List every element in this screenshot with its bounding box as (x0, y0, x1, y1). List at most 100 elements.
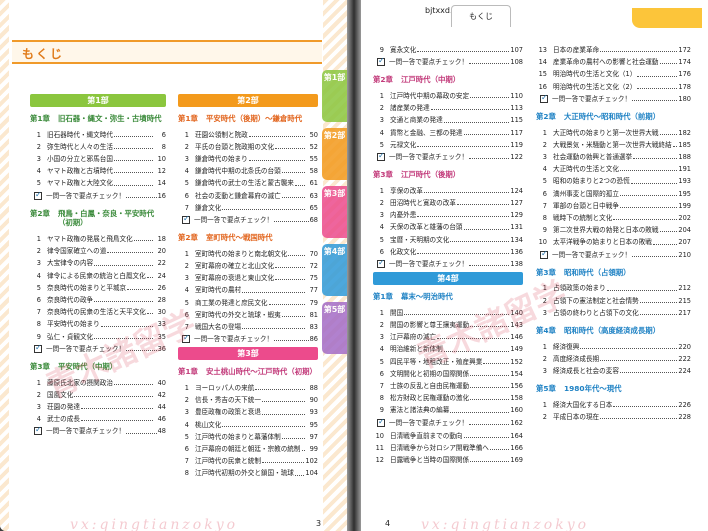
toc-entry[interactable]: 4 室町時代の農村 77 (178, 284, 318, 296)
toc-entry[interactable]: 5 昭和の始まりと2つの恐慌 193 (536, 175, 691, 187)
side-tab-part5[interactable]: 第5部 (322, 302, 347, 354)
toc-entry[interactable]: 2 律令国家確立への道 20 (30, 245, 166, 257)
check-entry[interactable]: 一問一答で要点チェック！ 16 (30, 190, 166, 202)
toc-entry[interactable]: 5 ヤマト政権と大陸文化 14 (30, 177, 166, 189)
toc-entry[interactable]: 3 交通と商業の発達 115 (373, 114, 523, 126)
toc-entry[interactable]: 1 旧石器時代・縄文時代 6 (30, 129, 166, 141)
toc-entry[interactable]: 5 四民平等・地租改正・殖産興業 152 (373, 356, 523, 368)
toc-entry[interactable]: 2 平成日本の現在 228 (536, 411, 691, 423)
toc-entry[interactable]: 3 経済成長と社会の変容 224 (536, 365, 691, 377)
toc-entry[interactable]: 7 戦国大名の登場 83 (178, 321, 318, 333)
toc-entry[interactable]: 5 商工業の発達と庶民文化 79 (178, 297, 318, 309)
check-entry[interactable]: 一問一答で要点チェック！ 48 (30, 425, 166, 437)
toc-entry[interactable]: 7 鎌倉文化 65 (178, 202, 318, 214)
toc-entry[interactable]: 9 寛永文化 107 (373, 44, 523, 56)
toc-entry[interactable]: 11 日清戦争から対ロシア開戦準備へ 166 (373, 442, 523, 454)
toc-entry[interactable]: 3 社会運動の勃興と普通選挙 188 (536, 151, 691, 163)
toc-entry[interactable]: 2 大戦景気・米騒動と第一次世界大戦終結 185 (536, 139, 691, 151)
toc-entry[interactable]: 5 奈良時代の始まりと平城京 26 (30, 282, 166, 294)
toc-entry[interactable]: 1 藤原氏北家の摂関政治 40 (30, 377, 166, 389)
toc-entry[interactable]: 4 貨幣と金融、三都の発達 117 (373, 127, 523, 139)
toc-entry[interactable]: 12 日露戦争と当時の国際関係 169 (373, 454, 523, 466)
toc-entry[interactable]: 2 占領下の憲法制定と社会情勢 215 (536, 295, 691, 307)
toc-entry[interactable]: 13 日本の産業革命 172 (536, 44, 691, 56)
toc-entry[interactable]: 3 荘園の発達 44 (30, 401, 166, 413)
check-entry[interactable]: 一問一答で要点チェック！ 36 (30, 343, 166, 355)
toc-entry[interactable]: 9 第二次世界大戦の勃発と日本の敗戦 204 (536, 224, 691, 236)
toc-tab[interactable]: もくじ (451, 5, 511, 27)
toc-entry[interactable]: 3 鎌倉時代の始まり 55 (178, 153, 318, 165)
toc-entry[interactable]: 3 江戸幕府の滅亡 146 (373, 331, 523, 343)
toc-entry[interactable]: 2 高度経済成長期 222 (536, 353, 691, 365)
toc-entry[interactable]: 1 ヨーロッパ人の来航 88 (178, 382, 318, 394)
toc-entry[interactable]: 1 大正時代の始まりと第一次世界大戦 182 (536, 127, 691, 139)
toc-entry[interactable]: 1 開国 140 (373, 307, 523, 319)
toc-entry[interactable]: 6 江戸幕府の朝廷と朝廷・宗教の統制 99 (178, 443, 318, 455)
toc-entry[interactable]: 4 鎌倉時代中期の北条氏の台頭 58 (178, 165, 318, 177)
toc-entry[interactable]: 4 桃山文化 95 (178, 419, 318, 431)
toc-entry[interactable]: 3 豊臣政権の政策と衰退 93 (178, 406, 318, 418)
toc-entry[interactable]: 1 ヤマト政権の発展と飛鳥文化 18 (30, 233, 166, 245)
toc-entry[interactable]: 5 鎌倉時代の武士の生活と蒙古襲来 61 (178, 177, 318, 189)
check-entry[interactable]: 一問一答で要点チェック！ 162 (373, 417, 523, 429)
toc-entry[interactable]: 2 弥生時代と人々の生活 8 (30, 141, 166, 153)
toc-entry[interactable]: 14 産業革命の農村への影響と社会運動 174 (536, 56, 691, 68)
toc-entry[interactable]: 1 占領政策の始まり 212 (536, 282, 691, 294)
toc-entry[interactable]: 16 明治時代の生活と文化（2） 178 (536, 81, 691, 93)
toc-entry[interactable]: 5 宝暦・天明期の文化 134 (373, 234, 523, 246)
toc-entry[interactable]: 3 室町幕府の衰退と東山文化 75 (178, 272, 318, 284)
toc-entry[interactable]: 6 社会の変動と鎌倉幕府の滅亡 63 (178, 190, 318, 202)
side-tab-part2[interactable]: 第2部 (322, 128, 347, 180)
toc-entry[interactable]: 2 国風文化 42 (30, 389, 166, 401)
toc-entry[interactable]: 2 信長・秀吉の天下統一 90 (178, 394, 318, 406)
toc-entry[interactable]: 7 士族の反乱と自由民権運動 156 (373, 380, 523, 392)
toc-entry[interactable]: 6 満州事変と国際的孤立 195 (536, 188, 691, 200)
check-entry[interactable]: 一問一答で要点チェック！ 122 (373, 151, 523, 163)
check-entry[interactable]: 一問一答で要点チェック！ 210 (536, 249, 691, 261)
toc-entry[interactable]: 3 占領の終わりと占領下の文化 217 (536, 307, 691, 319)
toc-entry[interactable]: 6 奈良時代の政争 28 (30, 294, 166, 306)
side-tab-part3[interactable]: 第3部 (322, 186, 347, 238)
toc-entry[interactable]: 8 平安時代の始まり 33 (30, 318, 166, 330)
toc-entry[interactable]: 4 明治維新と新体制 149 (373, 343, 523, 355)
toc-entry[interactable]: 2 平氏の台頭と院政期の文化 52 (178, 141, 318, 153)
toc-entry[interactable]: 4 ヤマト政権と古墳時代 12 (30, 165, 166, 177)
side-tab-part1[interactable]: 第1部 (322, 70, 347, 122)
toc-entry[interactable]: 7 江戸時代の民衆と統制 102 (178, 455, 318, 467)
toc-entry[interactable]: 3 内憂外患 129 (373, 209, 523, 221)
check-entry[interactable]: 一問一答で要点チェック！ 86 (178, 333, 318, 345)
toc-entry[interactable]: 4 大正時代の生活と文化 191 (536, 163, 691, 175)
toc-entry[interactable]: 8 松方財政と民権運動の激化 158 (373, 392, 523, 404)
toc-entry[interactable]: 1 享保の改革 124 (373, 185, 523, 197)
toc-entry[interactable]: 10 日清戦争直前までの動向 164 (373, 430, 523, 442)
toc-entry[interactable]: 5 江戸時代の始まりと幕藩体制 97 (178, 431, 318, 443)
toc-entry[interactable]: 8 江戸時代初期の外交と鎖国・琉球 104 (178, 467, 318, 479)
toc-entry[interactable]: 2 室町幕府の確立と北山文化 72 (178, 260, 318, 272)
toc-entry[interactable]: 9 憲法と諸法典の編纂 160 (373, 404, 523, 416)
toc-entry[interactable]: 6 文明開化と初期の国際関係 154 (373, 368, 523, 380)
toc-entry[interactable]: 1 経済復興 220 (536, 341, 691, 353)
toc-entry[interactable]: 1 室町時代の始まりと南北朝文化 70 (178, 248, 318, 260)
toc-entry[interactable]: 1 江戸時代中期の幕政の安定 110 (373, 90, 523, 102)
toc-entry[interactable]: 9 弘仁・貞観文化 35 (30, 331, 166, 343)
toc-entry[interactable]: 2 開国の影響と尊王攘夷運動 143 (373, 319, 523, 331)
toc-entry[interactable]: 7 奈良時代の民衆の生活と天平文化 30 (30, 306, 166, 318)
toc-entry[interactable]: 15 明治時代の生活と文化（1） 176 (536, 68, 691, 80)
toc-entry[interactable]: 3 小国の分立と邪馬台国 10 (30, 153, 166, 165)
toc-entry[interactable]: 4 武士の成長 46 (30, 413, 166, 425)
side-tab-part4[interactable]: 第4部 (322, 244, 347, 296)
toc-entry[interactable]: 2 諸産業の発達 113 (373, 102, 523, 114)
check-entry[interactable]: 一問一答で要点チェック！ 68 (178, 214, 318, 226)
check-entry[interactable]: 一問一答で要点チェック！ 180 (536, 93, 691, 105)
toc-entry[interactable]: 6 室町時代の外交と琉球・蝦夷 81 (178, 309, 318, 321)
toc-entry[interactable]: 7 軍部の台頭と日中戦争 199 (536, 200, 691, 212)
check-entry[interactable]: 一問一答で要点チェック！ 138 (373, 258, 523, 270)
toc-entry[interactable]: 5 元禄文化 119 (373, 139, 523, 151)
toc-entry[interactable]: 4 天保の改革と雄藩の台頭 131 (373, 221, 523, 233)
toc-entry[interactable]: 1 荘園公領制と院政 50 (178, 129, 318, 141)
check-entry[interactable]: 一問一答で要点チェック！ 108 (373, 56, 523, 68)
toc-entry[interactable]: 1 経済大国化する日本 226 (536, 399, 691, 411)
toc-entry[interactable]: 2 田沼時代と寛政の改革 127 (373, 197, 523, 209)
toc-entry[interactable]: 10 太平洋戦争の始まりと日本の敗戦 207 (536, 236, 691, 248)
toc-entry[interactable]: 4 律令による民衆の統治と白鳳文化 24 (30, 270, 166, 282)
